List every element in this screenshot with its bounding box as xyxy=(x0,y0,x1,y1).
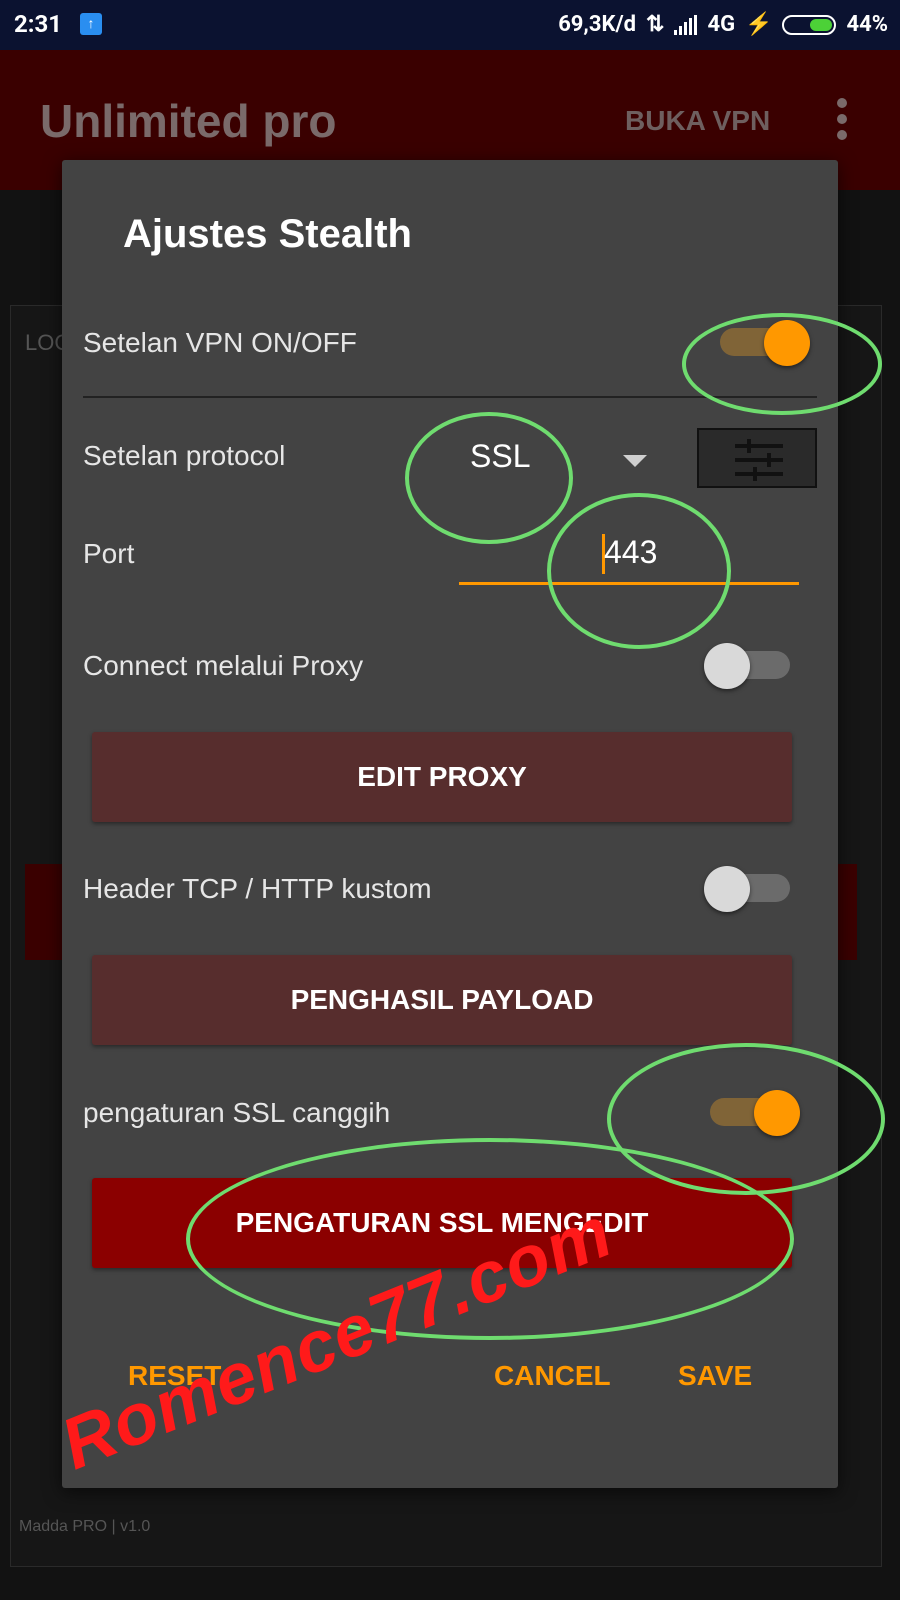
dropdown-arrow-icon[interactable] xyxy=(623,455,647,467)
upload-notification-icon: ↑ xyxy=(80,13,102,35)
proxy-toggle-switch[interactable] xyxy=(702,643,802,689)
battery-percent: 44% xyxy=(846,12,888,37)
switch-thumb xyxy=(704,866,750,912)
vpn-toggle-switch[interactable] xyxy=(712,320,812,366)
tune-icon xyxy=(735,439,783,481)
battery-icon xyxy=(782,14,837,35)
protocol-label: Setelan protocol xyxy=(83,440,286,471)
edit-proxy-button[interactable]: EDIT PROXY xyxy=(92,732,792,822)
network-speed: 69,3K/d xyxy=(558,12,637,37)
proxy-toggle-label: Connect melalui Proxy xyxy=(83,650,364,681)
status-bar: 2:31 ↑ 69,3K/d ⇅ 4G ⚡ 44% xyxy=(0,0,900,50)
dialog-title: Ajustes Stealth xyxy=(123,212,412,256)
protocol-select[interactable]: SSL xyxy=(470,438,530,475)
version-footer: Madda PRO | v1.0 xyxy=(19,1518,151,1535)
status-right: 69,3K/d ⇅ 4G ⚡ 44% xyxy=(558,12,888,37)
switch-thumb xyxy=(764,320,810,366)
vpn-toggle-label: Setelan VPN ON/OFF xyxy=(83,327,357,358)
protocol-settings-button[interactable] xyxy=(697,428,817,488)
status-time: 2:31 xyxy=(14,10,63,38)
save-button[interactable]: SAVE xyxy=(678,1360,752,1392)
switch-thumb xyxy=(704,643,750,689)
ssl-toggle-switch[interactable] xyxy=(702,1090,802,1136)
port-label: Port xyxy=(83,538,135,569)
ssl-toggle-label: pengaturan SSL canggih xyxy=(83,1097,391,1128)
header-toggle-switch[interactable] xyxy=(702,866,802,912)
network-type: 4G xyxy=(707,12,736,37)
charging-icon: ⚡ xyxy=(745,12,773,37)
open-vpn-button[interactable]: BUKA VPN xyxy=(625,105,770,137)
port-input[interactable]: 443 xyxy=(459,522,799,585)
more-vert-icon[interactable] xyxy=(836,98,848,142)
payload-generator-button[interactable]: PENGHASIL PAYLOAD xyxy=(92,955,792,1045)
port-value: 443 xyxy=(604,534,658,570)
switch-thumb xyxy=(754,1090,800,1136)
data-transfer-icon: ⇅ xyxy=(646,12,665,37)
header-toggle-label: Header TCP / HTTP kustom xyxy=(83,873,432,904)
cancel-button[interactable]: CANCEL xyxy=(494,1360,611,1392)
divider xyxy=(83,396,817,398)
signal-icon xyxy=(674,14,698,35)
app-title: Unlimited pro xyxy=(40,95,337,147)
